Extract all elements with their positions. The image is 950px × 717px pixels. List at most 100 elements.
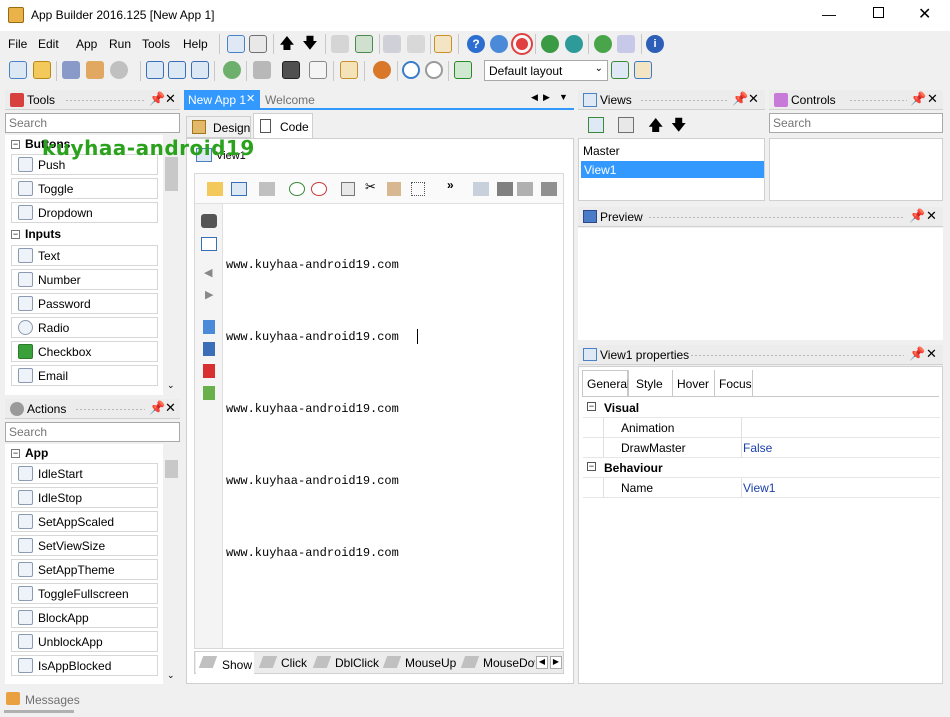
forum-icon[interactable] [565,35,583,53]
edit-icon[interactable] [434,35,452,53]
move-down-icon[interactable]: 🡇 [301,35,319,53]
align-icon[interactable] [331,35,349,53]
save-as-icon[interactable] [168,61,186,79]
scroll-down-icon[interactable]: ⌄ [167,380,175,391]
close-tab-icon[interactable]: ✕ [246,92,255,105]
tool-checkbox[interactable]: Checkbox [11,341,158,362]
tools-search-input[interactable] [5,113,180,133]
next-icon[interactable]: ▶ [205,288,213,301]
pdf-icon[interactable] [203,364,215,378]
save-icon[interactable] [146,61,164,79]
prop-section-visual[interactable]: − Visual [583,398,940,418]
close-panel-icon[interactable]: ✕ [926,208,937,224]
action-item[interactable]: SetAppTheme [11,559,158,580]
user-icon[interactable] [617,35,635,53]
tool-toggle[interactable]: Toggle [11,178,158,199]
save-all-icon[interactable] [191,61,209,79]
info-icon[interactable]: i [646,35,664,53]
move-down-icon[interactable]: 🡇 [671,115,686,140]
settings-dropdown-icon[interactable] [110,61,128,79]
support-icon[interactable] [490,35,508,53]
add-comment-icon[interactable] [289,182,305,196]
action-item[interactable]: BlockApp [11,607,158,628]
menu-edit[interactable]: Edit [38,37,59,51]
print-code-icon[interactable] [497,182,513,196]
prop-value[interactable]: False [743,441,772,455]
update-icon[interactable] [594,35,612,53]
prop-row-name[interactable]: Name View1 [583,478,940,498]
event-tab-mousedown[interactable]: MouseDow [459,652,535,674]
add-master-icon[interactable] [618,117,634,133]
close-panel-icon[interactable]: ✕ [748,91,759,107]
android-icon[interactable] [203,386,215,400]
tool-text[interactable]: Text [11,245,158,266]
menu-file[interactable]: File [8,37,27,51]
event-tab-mouseup[interactable]: MouseUp [381,652,457,674]
document-icon[interactable] [309,61,327,79]
prop-tab-focus[interactable]: Focus [719,377,752,391]
run-icon[interactable] [402,61,420,79]
close-panel-icon[interactable]: ✕ [165,91,176,107]
open-file-icon[interactable] [207,182,223,196]
minimize-icon[interactable]: — [822,6,836,22]
wizard-icon[interactable] [62,61,80,79]
tool-number[interactable]: Number [11,269,158,290]
terminal-icon[interactable] [282,61,300,79]
pin-icon[interactable]: 📌 [909,208,925,224]
binoculars-icon[interactable] [201,214,217,228]
new-app-icon[interactable] [9,61,27,79]
event-tab-dblclick[interactable]: DblClick [311,652,379,674]
scroll-thumb[interactable] [165,460,178,478]
pin-icon[interactable]: 📌 [909,346,925,362]
checklist-icon[interactable] [340,61,358,79]
close-panel-icon[interactable]: ✕ [165,400,176,416]
menu-app[interactable]: App [76,37,97,51]
action-item[interactable]: UnblockApp [11,631,158,652]
paste-icon[interactable] [387,182,401,196]
event-scroll-right-icon[interactable]: ▶ [550,656,562,669]
layout-select[interactable]: Default layout ⌄ [484,60,608,81]
new-layout-icon[interactable] [611,61,629,79]
messages-bar[interactable]: Messages [0,689,950,717]
settings-code-icon[interactable] [517,182,533,196]
action-item[interactable]: IdleStop [11,487,158,508]
web-icon[interactable] [541,35,559,53]
tools-scrollbar[interactable]: ⌄ [163,135,180,395]
code-fx-icon[interactable] [355,35,373,53]
maximize-icon[interactable] [873,7,884,18]
cut-icon[interactable]: ✂ [365,179,376,195]
search-code-icon[interactable] [473,182,489,196]
zoom-icon[interactable] [223,61,241,79]
view-item-view1[interactable]: View1 [581,161,764,178]
tool-email[interactable]: Email [11,365,158,386]
lifebuoy-icon[interactable] [511,33,533,55]
pin-icon[interactable]: 📌 [149,400,165,416]
pin-icon[interactable]: 📌 [149,91,165,107]
close-panel-icon[interactable]: ✕ [926,346,937,362]
view-item-master[interactable]: Master [583,144,620,158]
tab-scroll-right-icon[interactable]: ▶ [543,92,550,103]
replace-icon[interactable] [407,35,425,53]
action-item[interactable]: IsAppBlocked [11,655,158,676]
editor-tab-code[interactable]: Code [253,113,313,139]
prop-row-drawmaster[interactable]: DrawMaster False [583,438,940,458]
action-item[interactable]: SetAppScaled [11,511,158,532]
collapse-icon[interactable]: − [587,462,596,471]
debug-icon[interactable] [373,61,391,79]
find-icon[interactable] [383,35,401,53]
edit-layout-icon[interactable] [634,61,652,79]
menu-help[interactable]: Help [183,37,208,51]
printer-icon[interactable] [86,61,104,79]
compile-icon[interactable] [259,182,275,196]
group-app[interactable]: − App [11,446,48,460]
action-item[interactable]: SetViewSize [11,535,158,556]
add-view-icon[interactable] [588,117,604,133]
scroll-down-icon[interactable]: ⌄ [167,670,175,681]
more-icon[interactable]: » [447,178,454,192]
find-replace-icon[interactable] [201,237,217,251]
tools-code-icon[interactable] [541,182,557,196]
scroll-thumb[interactable] [165,157,178,191]
tool-password[interactable]: Password [11,293,158,314]
event-scroll-left-icon[interactable]: ◀ [536,656,548,669]
select-all-icon[interactable] [411,182,425,196]
